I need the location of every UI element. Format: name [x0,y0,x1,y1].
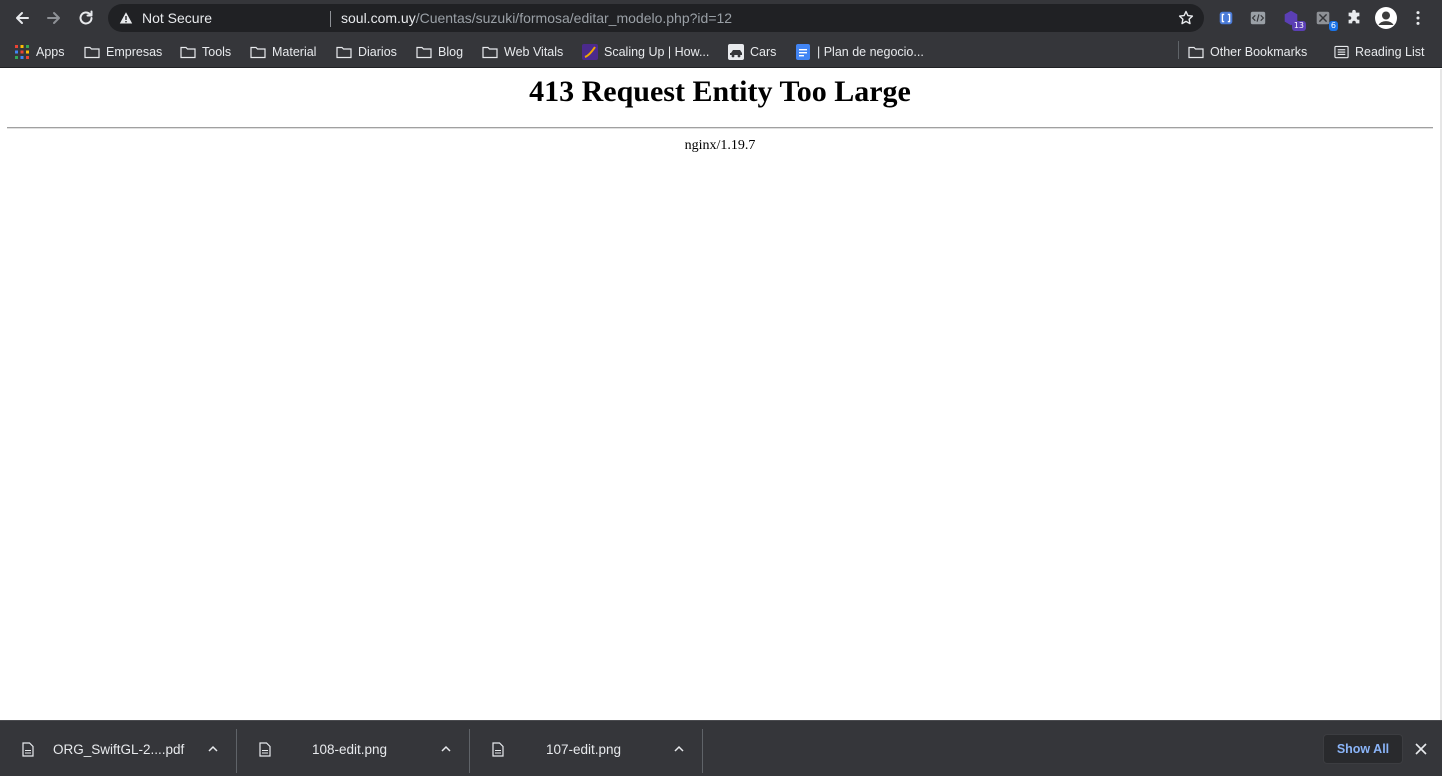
folder-icon [180,44,196,60]
back-button[interactable] [10,6,34,30]
docs-favicon [795,44,811,60]
server-signature: nginx/1.19.7 [684,138,756,153]
download-shelf: ORG_SwiftGL-2....pdf 108-edit.png 107-ed… [0,720,1442,776]
folder-icon [84,44,100,60]
download-item[interactable]: 107-edit.png [470,721,702,776]
folder-icon [1188,44,1204,60]
code-extension-icon[interactable] [1248,8,1268,28]
show-all-downloads-button[interactable]: Show All [1323,734,1403,764]
other-bookmarks-folder[interactable]: Other Bookmarks [1188,42,1307,62]
tools-extension-icon[interactable]: 6 [1313,8,1338,31]
bookmark-scaling-up[interactable]: Scaling Up | How... [582,42,709,62]
bookmark-apps[interactable]: Apps [14,42,65,62]
bookmark-star-icon[interactable] [1178,10,1194,26]
download-item[interactable]: ORG_SwiftGL-2....pdf [0,721,236,776]
bracket-extension-glyph [1219,11,1233,25]
tools-extension-badge: 6 [1328,21,1338,31]
bookmark-folder-web-vitals[interactable]: Web Vitals [482,42,563,62]
file-icon [22,742,34,757]
cars-favicon [728,44,744,60]
purple-extension-icon[interactable]: 13 [1281,8,1306,31]
reading-list-button[interactable]: Reading List [1333,42,1425,62]
horizontal-rule [7,127,1433,129]
profile-avatar[interactable] [1375,7,1397,29]
security-status-label[interactable]: Not Secure [142,10,212,26]
browser-toolbar: Not Secure soul.com.uy/Cuentas/suzuki/fo… [0,0,1442,36]
bookmark-cars[interactable]: Cars [728,42,776,62]
download-filename: 107-edit.png [546,742,622,757]
bracket-extension-icon[interactable] [1216,8,1236,28]
bookmark-label: Tools [202,45,232,59]
arrow-left-icon [16,12,29,24]
forward-button[interactable] [42,6,66,30]
bookmark-folder-tools[interactable]: Tools [180,42,231,62]
code-extension-glyph [1250,11,1266,25]
error-heading: 413 Request Entity Too Large [529,75,911,108]
download-divider [702,729,703,773]
download-item[interactable]: 108-edit.png [237,721,469,776]
bookmark-label: Empresas [106,45,163,59]
puzzle-icon [1348,9,1360,24]
avatar-icon [1375,7,1397,29]
bookmark-label: Material [272,45,317,59]
bookmark-folder-empresas[interactable]: Empresas [84,42,162,62]
bookmark-label: Diarios [358,45,397,59]
bookmark-folder-diarios[interactable]: Diarios [336,42,397,62]
arrow-right-icon [47,12,60,24]
apps-grid-icon [14,44,30,60]
purple-extension-badge: 13 [1291,21,1306,31]
chevron-up-icon[interactable] [440,743,452,755]
download-filename: 108-edit.png [312,742,388,757]
url-path: /Cuentas/suzuki/formosa/editar_modelo.ph… [415,10,733,26]
bookmarks-divider [1178,41,1179,59]
other-bookmarks-label: Other Bookmarks [1210,45,1308,59]
scaling-up-favicon [582,44,598,60]
reading-list-icon [1333,44,1349,60]
bookmark-label: Cars [750,45,777,59]
address-bar[interactable]: Not Secure soul.com.uy/Cuentas/suzuki/fo… [108,4,1204,32]
bookmark-folder-blog[interactable]: Blog [416,42,463,62]
url-text[interactable]: soul.com.uy/Cuentas/suzuki/formosa/edita… [341,10,732,26]
url-host: soul.com.uy [341,10,416,26]
reload-button[interactable] [74,6,98,30]
bookmarks-bar: Apps Empresas Tools Material Diarios Blo… [0,36,1442,68]
file-icon [492,742,504,757]
reading-list-label: Reading List [1355,45,1425,59]
extensions-button[interactable] [1344,8,1364,28]
bookmark-folder-material[interactable]: Material [250,42,316,62]
bookmark-plan-de-negocio[interactable]: | Plan de negocio... [795,42,924,62]
chrome-menu-button[interactable] [1408,8,1428,28]
folder-icon [336,44,352,60]
reload-icon [79,10,93,25]
page-content: 413 Request Entity Too Large nginx/1.19.… [0,69,1442,720]
bookmark-label: Scaling Up | How... [604,45,710,59]
close-icon[interactable] [1414,742,1428,756]
warning-icon[interactable] [119,11,133,25]
bookmark-label: Apps [36,45,65,59]
download-filename: ORG_SwiftGL-2....pdf [53,742,185,757]
chevron-up-icon[interactable] [673,743,685,755]
omnibox-divider [330,11,331,27]
chevron-up-icon[interactable] [207,743,219,755]
file-icon [259,742,271,757]
folder-icon [250,44,266,60]
kebab-menu-icon [1416,11,1420,25]
bookmark-label: Web Vitals [504,45,564,59]
bookmark-label: | Plan de negocio... [817,45,924,59]
folder-icon [482,44,498,60]
bookmark-label: Blog [438,45,464,59]
folder-icon [416,44,432,60]
